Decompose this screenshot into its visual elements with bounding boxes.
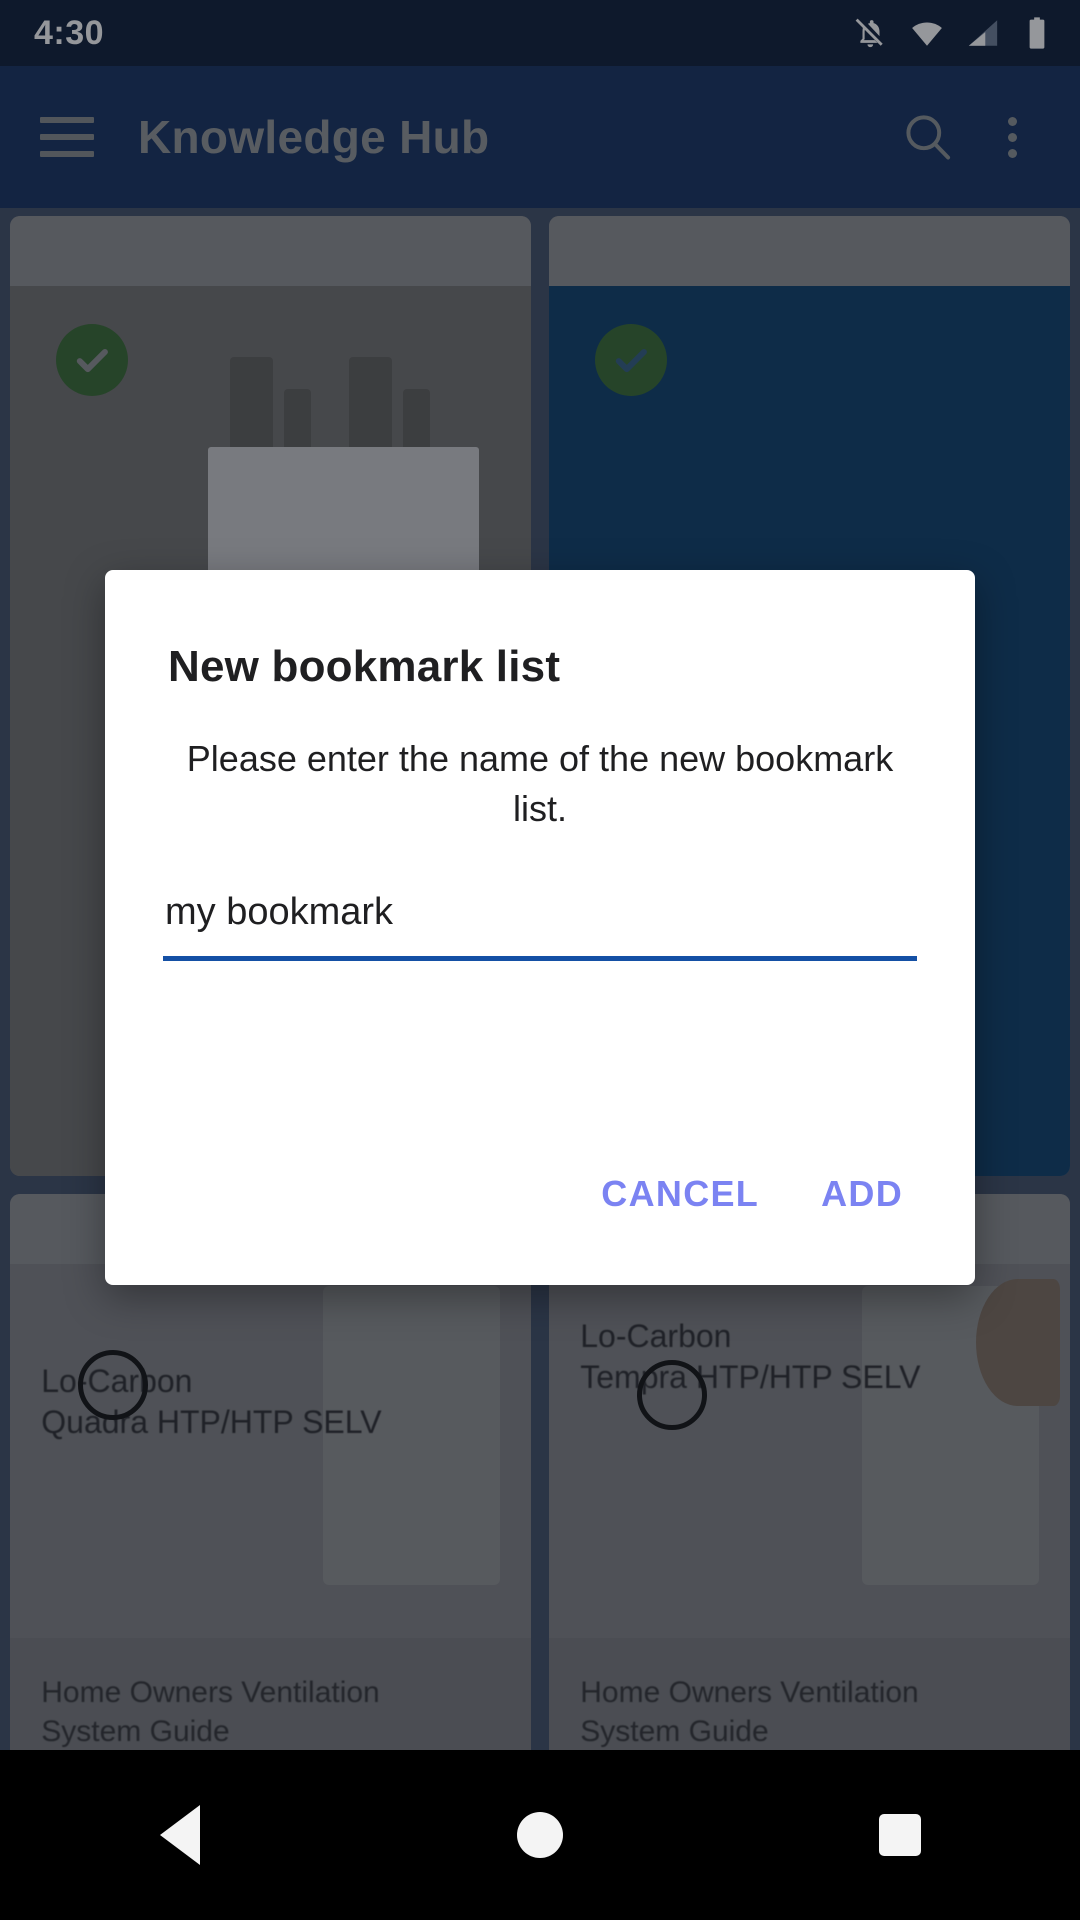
bookmark-name-field-wrap bbox=[163, 886, 917, 961]
new-bookmark-list-dialog: New bookmark list Please enter the name … bbox=[105, 570, 975, 1285]
dialog-actions: CANCEL ADD bbox=[105, 1155, 975, 1285]
back-button[interactable] bbox=[100, 1780, 260, 1890]
phone-screen: 4:30 Knowledge Hub Lo-Carbon Quadra HTP/… bbox=[0, 0, 1080, 1920]
add-button[interactable]: ADD bbox=[795, 1155, 929, 1233]
android-navigation-bar bbox=[0, 1750, 1080, 1920]
home-circle-icon bbox=[517, 1812, 563, 1858]
back-triangle-icon bbox=[160, 1805, 200, 1865]
home-button[interactable] bbox=[460, 1780, 620, 1890]
bookmark-name-input[interactable] bbox=[163, 886, 917, 961]
cancel-button[interactable]: CANCEL bbox=[575, 1155, 785, 1233]
recents-button[interactable] bbox=[820, 1780, 980, 1890]
recents-square-icon bbox=[879, 1814, 921, 1856]
dialog-title: New bookmark list bbox=[168, 642, 561, 691]
dialog-message: Please enter the name of the new bookmar… bbox=[186, 738, 894, 830]
